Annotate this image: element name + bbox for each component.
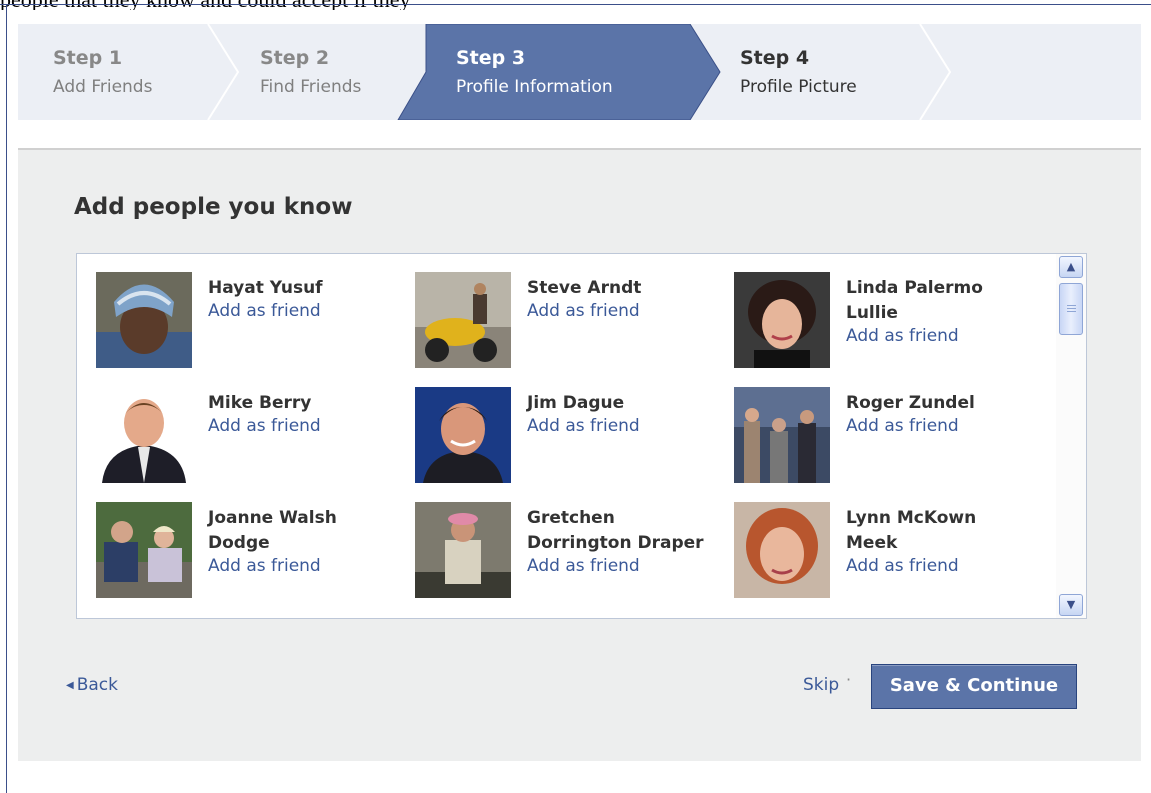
person-name: Jim Dague Add as friend (527, 391, 712, 436)
thumb-grip (1067, 311, 1076, 312)
add-as-friend-link[interactable]: Add as friend (527, 301, 712, 321)
step-1-add-friends[interactable]: Step 1 Add Friends (18, 24, 208, 120)
add-as-friend-link[interactable]: Add as friend (527, 556, 712, 576)
skip-link[interactable]: Skip (803, 675, 839, 695)
people-list: Hayat Yusuf Add as friend Steve Arndt Ad… (76, 253, 1087, 619)
person-card: Linda Palermo Lullie Add as friend (734, 272, 1044, 372)
person-name: Mike Berry Add as friend (208, 391, 393, 436)
step-3-number: Step 3 (456, 47, 526, 69)
person-card: Jim Dague Add as friend (415, 387, 725, 487)
person-name: Hayat Yusuf Add as friend (208, 276, 393, 321)
add-as-friend-link[interactable]: Add as friend (208, 301, 393, 321)
profile-photo[interactable] (96, 502, 192, 598)
person-name-text: Roger Zundel (846, 393, 975, 413)
person-card: Joanne Walsh Dodge Add as friend (96, 502, 406, 602)
profile-photo[interactable] (415, 387, 511, 483)
person-name-text: Hayat Yusuf (208, 278, 323, 298)
add-as-friend-link[interactable]: Add as friend (527, 416, 712, 436)
person-card: Steve Arndt Add as friend (415, 272, 725, 372)
person-name-text: Lynn McKown Meek (846, 508, 977, 553)
person-name: Roger Zundel Add as friend (846, 391, 1031, 436)
add-as-friend-link[interactable]: Add as friend (208, 416, 393, 436)
step-3-label: Profile Information (456, 77, 613, 97)
person-name-text: Steve Arndt (527, 278, 642, 298)
back-label: Back (76, 675, 118, 695)
panel-title: Add people you know (74, 194, 353, 220)
back-link[interactable]: ◀ Back (66, 675, 118, 695)
person-name-text: Joanne Walsh Dodge (208, 508, 337, 553)
separator: · (846, 670, 852, 689)
profile-photo[interactable] (734, 502, 830, 598)
triangle-left-icon: ◀ (66, 680, 74, 691)
step-4-profile-picture[interactable]: Step 4 Profile Picture (723, 24, 918, 120)
person-name: Gretchen Dorrington Draper Add as friend (527, 506, 712, 576)
step-4-label: Profile Picture (740, 77, 857, 97)
add-as-friend-link[interactable]: Add as friend (208, 556, 393, 576)
chevron-up-icon[interactable]: ▲ (1059, 256, 1083, 278)
person-name-text: Mike Berry (208, 393, 312, 413)
step-3-profile-information[interactable]: Step 3 Profile Information (428, 24, 708, 120)
add-as-friend-link[interactable]: Add as friend (846, 416, 1031, 436)
person-card: Roger Zundel Add as friend (734, 387, 1044, 487)
person-name: Steve Arndt Add as friend (527, 276, 712, 321)
person-card: Mike Berry Add as friend (96, 387, 406, 487)
save-continue-button[interactable]: Save & Continue (871, 664, 1077, 709)
add-as-friend-link[interactable]: Add as friend (846, 326, 1031, 346)
step-2-label: Find Friends (260, 77, 362, 97)
profile-photo[interactable] (96, 272, 192, 368)
person-name: Linda Palermo Lullie Add as friend (846, 276, 1031, 346)
person-name-text: Linda Palermo Lullie (846, 278, 983, 323)
add-as-friend-link[interactable]: Add as friend (846, 556, 1031, 576)
profile-photo[interactable] (734, 387, 830, 483)
chevron-down-icon[interactable]: ▼ (1059, 594, 1083, 616)
person-card: Gretchen Dorrington Draper Add as friend (415, 502, 725, 602)
profile-photo[interactable] (734, 272, 830, 368)
step-1-label: Add Friends (53, 77, 153, 97)
step-2-find-friends[interactable]: Step 2 Find Friends (238, 24, 418, 120)
frame-border-left (6, 4, 7, 793)
profile-photo[interactable] (415, 502, 511, 598)
profile-photo[interactable] (96, 387, 192, 483)
person-card: Hayat Yusuf Add as friend (96, 272, 406, 372)
frame-border-top (0, 4, 1151, 5)
profile-photo[interactable] (415, 272, 511, 368)
step-1-number: Step 1 (53, 47, 123, 69)
list-scrollbar[interactable]: ▲ ▼ (1056, 254, 1086, 618)
person-card: Lynn McKown Meek Add as friend (734, 502, 1044, 602)
add-people-panel: Add people you know Hayat Yusuf Add as f… (18, 150, 1141, 761)
person-name: Lynn McKown Meek Add as friend (846, 506, 1031, 576)
thumb-grip (1067, 305, 1076, 306)
steps-bar: Step 1 Add Friends Step 2 Find Friends S… (18, 24, 1141, 120)
person-name-text: Jim Dague (527, 393, 625, 413)
step-4-number: Step 4 (740, 47, 810, 69)
person-name: Joanne Walsh Dodge Add as friend (208, 506, 393, 576)
step-2-number: Step 2 (260, 47, 330, 69)
thumb-grip (1067, 308, 1076, 309)
truncated-page-text: people that they know and could accept i… (0, 0, 1151, 10)
person-name-text: Gretchen Dorrington Draper (527, 508, 704, 553)
scrollbar-thumb[interactable] (1059, 283, 1083, 335)
